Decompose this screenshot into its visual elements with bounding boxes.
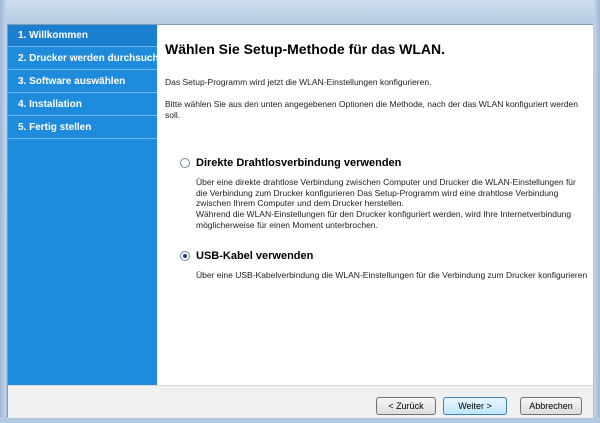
- option-direct-wireless-note: Während die WLAN-Einstellungen für den D…: [196, 209, 572, 230]
- option-direct-wireless-label[interactable]: Direkte Drahtlosverbindung verwenden: [196, 157, 401, 169]
- window-border-right: [594, 0, 600, 423]
- option-usb-cable[interactable]: USB-Kabel verwenden: [180, 250, 313, 262]
- step-installation: 4. Installation: [8, 94, 157, 116]
- intro-text: Das Setup-Programm wird jetzt die WLAN-E…: [165, 77, 432, 87]
- option-direct-wireless[interactable]: Direkte Drahtlosverbindung verwenden: [180, 157, 401, 169]
- option-direct-wireless-description: Über eine direkte drahtlose Verbindung z…: [196, 177, 576, 208]
- option-usb-cable-description: Über eine USB-Kabelverbindung die WLAN-E…: [196, 270, 588, 280]
- window-titlebar[interactable]: [0, 0, 600, 24]
- installer-window: 1. Willkommen 2. Drucker werden durchsuc…: [0, 0, 600, 423]
- cancel-button[interactable]: Abbrechen: [520, 397, 582, 415]
- radio-usb-cable[interactable]: [180, 251, 190, 261]
- step-finish: 5. Fertig stellen: [8, 117, 157, 139]
- instruction-text: Bitte wählen Sie aus den unten angegeben…: [165, 99, 578, 120]
- window-border-left: [0, 0, 6, 423]
- wizard-client-area: 1. Willkommen 2. Drucker werden durchsuc…: [7, 24, 593, 418]
- step-welcome: 1. Willkommen: [8, 25, 157, 47]
- radio-direct-wireless[interactable]: [180, 158, 190, 168]
- step-select-software: 3. Software auswählen: [8, 71, 157, 93]
- back-button[interactable]: < Zurück: [376, 397, 436, 415]
- setup-method-panel: Wählen Sie Setup-Methode für das WLAN. D…: [157, 25, 593, 385]
- wizard-footer: < Zurück Weiter > Abbrechen: [8, 385, 593, 418]
- steps-sidebar: 1. Willkommen 2. Drucker werden durchsuc…: [8, 25, 162, 385]
- page-title: Wählen Sie Setup-Methode für das WLAN.: [165, 41, 446, 57]
- step-search-printers: 2. Drucker werden durchsucht: [8, 48, 162, 70]
- next-button[interactable]: Weiter >: [443, 397, 507, 415]
- option-usb-cable-label[interactable]: USB-Kabel verwenden: [196, 250, 313, 262]
